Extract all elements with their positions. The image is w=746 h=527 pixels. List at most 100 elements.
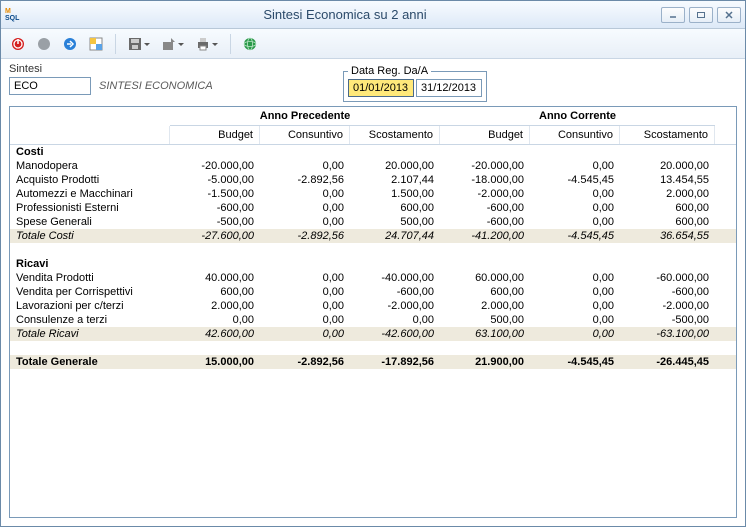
app-icon: MSQL xyxy=(5,6,23,24)
row-value xyxy=(620,145,715,159)
date-range-group: Data Reg. Da/A xyxy=(343,65,487,102)
table-row: Totale Costi-27.600,00-2.892,5624.707,44… xyxy=(10,229,736,243)
row-label: Costi xyxy=(10,145,170,159)
close-button[interactable] xyxy=(717,7,741,23)
arrow-right-icon xyxy=(62,36,78,52)
col-budget-curr: Budget xyxy=(440,126,530,144)
row-value xyxy=(440,243,530,257)
row-value: 40.000,00 xyxy=(170,271,260,285)
row-value: 0,00 xyxy=(350,313,440,327)
table-row: Vendita Prodotti40.000,000,00-40.000,006… xyxy=(10,271,736,285)
row-value: -17.892,56 xyxy=(350,355,440,369)
window-title: Sintesi Economica su 2 anni xyxy=(29,7,661,22)
row-value: -2.000,00 xyxy=(440,187,530,201)
col-budget-prev: Budget xyxy=(170,126,260,144)
row-value: 15.000,00 xyxy=(170,355,260,369)
row-value: 600,00 xyxy=(620,201,715,215)
row-value: -2.000,00 xyxy=(350,299,440,313)
section-header: Costi xyxy=(10,145,736,159)
row-value: 60.000,00 xyxy=(440,271,530,285)
row-value xyxy=(530,145,620,159)
table-row: Spese Generali-500,000,00500,00-600,000,… xyxy=(10,215,736,229)
toolbar xyxy=(1,29,745,59)
row-value xyxy=(260,243,350,257)
row-value: 0,00 xyxy=(260,271,350,285)
row-label: Automezzi e Macchinari xyxy=(10,187,170,201)
row-value xyxy=(530,341,620,355)
row-value: -500,00 xyxy=(170,215,260,229)
row-value: -20.000,00 xyxy=(440,159,530,173)
minimize-button[interactable] xyxy=(661,7,685,23)
row-label: Ricavi xyxy=(10,257,170,271)
toolbar-separator xyxy=(115,34,116,54)
row-value: -5.000,00 xyxy=(170,173,260,187)
options-button[interactable] xyxy=(85,33,107,55)
web-button[interactable] xyxy=(239,33,261,55)
date-to-input[interactable] xyxy=(416,79,482,97)
row-value: 0,00 xyxy=(260,299,350,313)
row-value: -26.445,45 xyxy=(620,355,715,369)
row-value: 500,00 xyxy=(440,313,530,327)
row-value: -41.200,00 xyxy=(440,229,530,243)
toolbar-separator xyxy=(230,34,231,54)
table-row xyxy=(10,243,736,257)
refresh-button[interactable] xyxy=(59,33,81,55)
row-value xyxy=(620,257,715,271)
row-value xyxy=(620,341,715,355)
row-label: Manodopera xyxy=(10,159,170,173)
row-value: 0,00 xyxy=(530,215,620,229)
print-dropdown[interactable] xyxy=(192,33,214,55)
row-value: 36.654,55 xyxy=(620,229,715,243)
row-value: 0,00 xyxy=(260,159,350,173)
titlebar: MSQL Sintesi Economica su 2 anni xyxy=(1,1,745,29)
table-row: Vendita per Corrispettivi 600,000,00 -600,… xyxy=(10,285,736,299)
grid-body[interactable]: CostiManodopera-20.000,000,0020.000,00-2… xyxy=(10,145,736,517)
row-value: -600,00 xyxy=(350,285,440,299)
table-row xyxy=(10,341,736,355)
sintesi-input[interactable] xyxy=(9,77,91,95)
row-value: -2.892,56 xyxy=(260,173,350,187)
row-value: 2.000,00 xyxy=(620,187,715,201)
power-button[interactable] xyxy=(7,33,29,55)
col-consuntivo-curr: Consuntivo xyxy=(530,126,620,144)
col-scostamento-curr: Scostamento xyxy=(620,126,715,144)
section-header: Ricavi xyxy=(10,257,736,271)
app-window: MSQL Sintesi Economica su 2 anni xyxy=(0,0,746,527)
row-value: 0,00 xyxy=(530,313,620,327)
row-label: Vendita Prodotti xyxy=(10,271,170,285)
row-value: 20.000,00 xyxy=(350,159,440,173)
row-value: -27.600,00 xyxy=(170,229,260,243)
row-value: -63.100,00 xyxy=(620,327,715,341)
col-scostamento-prev: Scostamento xyxy=(350,126,440,144)
row-value xyxy=(350,145,440,159)
date-range-legend: Data Reg. Da/A xyxy=(348,65,431,77)
row-value xyxy=(260,145,350,159)
save-dropdown[interactable] xyxy=(124,33,146,55)
row-value: 600,00 xyxy=(440,285,530,299)
row-label: Lavorazioni per c/terzi xyxy=(10,299,170,313)
row-label: Vendita per Corrispettivi xyxy=(10,285,170,299)
data-grid: Anno Precedente Anno Corrente Budget Con… xyxy=(9,106,737,518)
group-header-prev: Anno Precedente xyxy=(170,107,440,126)
row-value: -2.892,56 xyxy=(260,229,350,243)
maximize-button[interactable] xyxy=(689,7,713,23)
row-value xyxy=(260,341,350,355)
row-value: 0,00 xyxy=(530,327,620,341)
row-value xyxy=(440,145,530,159)
row-value xyxy=(620,243,715,257)
table-row: Professionisti Esterni-600,000,00600,00-… xyxy=(10,201,736,215)
filter-bar: Sintesi SINTESI ECONOMICA Data Reg. Da/A xyxy=(1,59,745,106)
globe-icon xyxy=(242,36,258,52)
row-value: 2.000,00 xyxy=(440,299,530,313)
row-value: 42.600,00 xyxy=(170,327,260,341)
grid-header: Anno Precedente Anno Corrente Budget Con… xyxy=(10,107,736,145)
row-value xyxy=(170,257,260,271)
row-value xyxy=(350,341,440,355)
record-button[interactable] xyxy=(33,33,55,55)
date-from-input[interactable] xyxy=(348,79,414,97)
row-value: 2.107,44 xyxy=(350,173,440,187)
row-value: 600,00 xyxy=(350,201,440,215)
row-value: 0,00 xyxy=(530,285,620,299)
export-dropdown[interactable] xyxy=(158,33,180,55)
minimize-icon xyxy=(668,11,678,19)
